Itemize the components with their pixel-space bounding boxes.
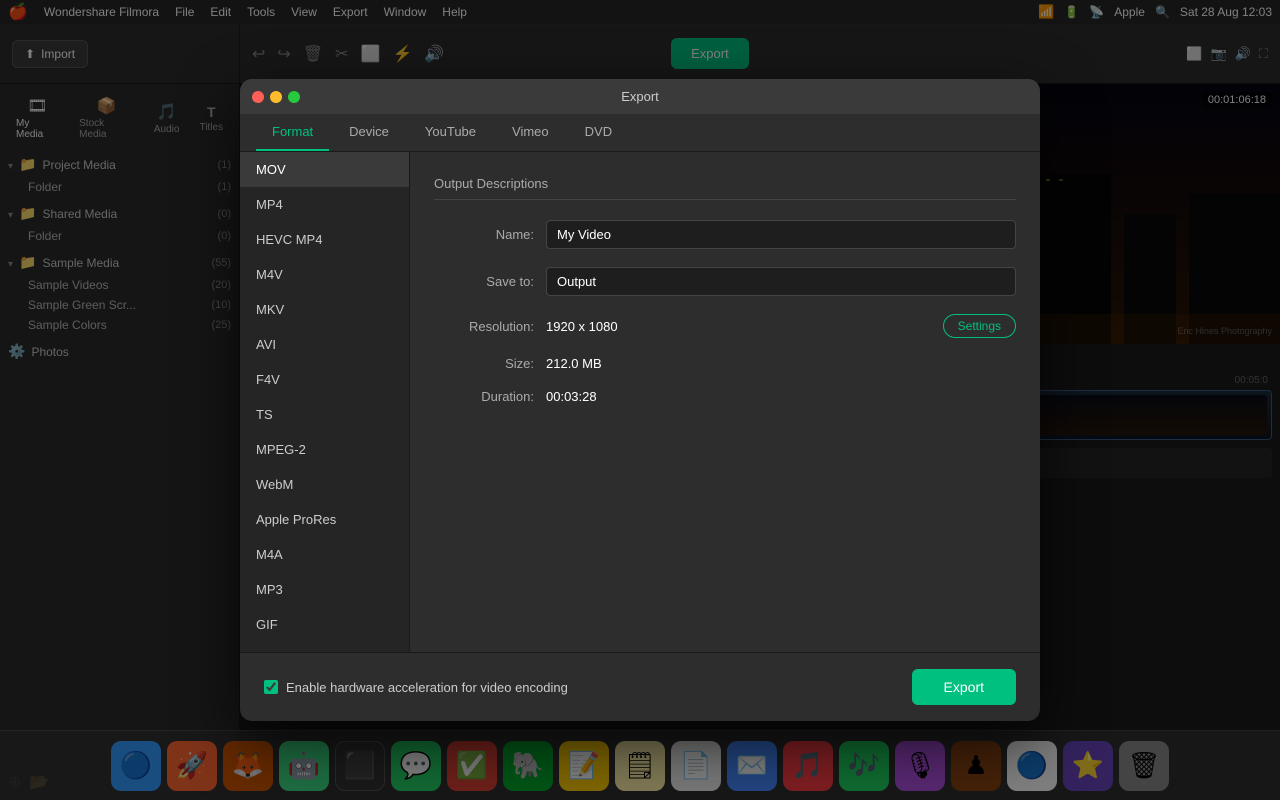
name-input[interactable] bbox=[546, 220, 1016, 249]
hw-accel-row: Enable hardware acceleration for video e… bbox=[264, 680, 568, 695]
traffic-lights bbox=[252, 91, 300, 103]
modal-tabs: Format Device YouTube Vimeo DVD bbox=[240, 114, 1040, 152]
maximize-button[interactable] bbox=[288, 91, 300, 103]
hw-accel-label: Enable hardware acceleration for video e… bbox=[286, 680, 568, 695]
resolution-field-row: Resolution: 1920 x 1080 Settings bbox=[434, 314, 1016, 338]
format-item-mp4[interactable]: MP4 bbox=[240, 187, 409, 222]
modal-overlay: Export Format Device YouTube Vimeo DVD M… bbox=[0, 0, 1280, 800]
format-item-mkv[interactable]: MKV bbox=[240, 292, 409, 327]
duration-value: 00:03:28 bbox=[546, 389, 1016, 404]
format-item-webm[interactable]: WebM bbox=[240, 467, 409, 502]
format-item-ts[interactable]: TS bbox=[240, 397, 409, 432]
format-item-mov[interactable]: MOV bbox=[240, 152, 409, 187]
duration-label: Duration: bbox=[434, 389, 534, 404]
export-button-modal[interactable]: Export bbox=[912, 669, 1016, 705]
name-field-row: Name: bbox=[434, 220, 1016, 249]
format-item-mpeg2[interactable]: MPEG-2 bbox=[240, 432, 409, 467]
tab-format[interactable]: Format bbox=[256, 114, 329, 151]
size-value: 212.0 MB bbox=[546, 356, 1016, 371]
resolution-value: 1920 x 1080 bbox=[546, 319, 931, 334]
size-field-row: Size: 212.0 MB bbox=[434, 356, 1016, 371]
format-item-f4v[interactable]: F4V bbox=[240, 362, 409, 397]
save-to-wrapper: Output bbox=[546, 267, 1016, 296]
save-to-label: Save to: bbox=[434, 274, 534, 289]
modal-titlebar: Export bbox=[240, 79, 1040, 114]
hw-accel-checkbox[interactable] bbox=[264, 680, 278, 694]
modal-footer: Enable hardware acceleration for video e… bbox=[240, 652, 1040, 721]
tab-device[interactable]: Device bbox=[333, 114, 405, 151]
format-details: Output Descriptions Name: Save to: Outpu… bbox=[410, 152, 1040, 652]
export-modal: Export Format Device YouTube Vimeo DVD M… bbox=[240, 79, 1040, 721]
duration-field-row: Duration: 00:03:28 bbox=[434, 389, 1016, 404]
settings-button[interactable]: Settings bbox=[943, 314, 1016, 338]
format-item-m4v[interactable]: M4V bbox=[240, 257, 409, 292]
format-list: MOV MP4 HEVC MP4 M4V MKV AVI F4V TS MPEG… bbox=[240, 152, 410, 652]
close-button[interactable] bbox=[252, 91, 264, 103]
format-item-hevc-mp4[interactable]: HEVC MP4 bbox=[240, 222, 409, 257]
name-label: Name: bbox=[434, 227, 534, 242]
size-label: Size: bbox=[434, 356, 534, 371]
save-to-field-row: Save to: Output bbox=[434, 267, 1016, 296]
save-to-select[interactable]: Output bbox=[546, 267, 1016, 296]
format-item-mp3[interactable]: MP3 bbox=[240, 572, 409, 607]
format-item-apple-prores[interactable]: Apple ProRes bbox=[240, 502, 409, 537]
modal-body: MOV MP4 HEVC MP4 M4V MKV AVI F4V TS MPEG… bbox=[240, 152, 1040, 652]
modal-title: Export bbox=[621, 89, 659, 104]
tab-youtube[interactable]: YouTube bbox=[409, 114, 492, 151]
format-item-m4a[interactable]: M4A bbox=[240, 537, 409, 572]
minimize-button[interactable] bbox=[270, 91, 282, 103]
format-item-avi[interactable]: AVI bbox=[240, 327, 409, 362]
tab-vimeo[interactable]: Vimeo bbox=[496, 114, 565, 151]
format-item-gif[interactable]: GIF bbox=[240, 607, 409, 642]
resolution-label: Resolution: bbox=[434, 319, 534, 334]
output-desc-title: Output Descriptions bbox=[434, 176, 1016, 200]
tab-dvd[interactable]: DVD bbox=[569, 114, 628, 151]
